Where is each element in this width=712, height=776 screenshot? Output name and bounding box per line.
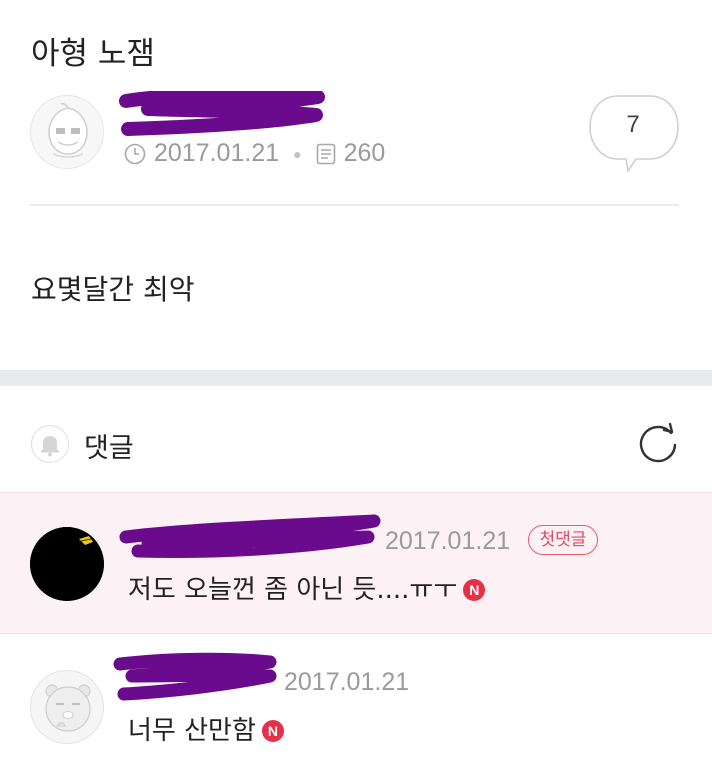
peach-character-icon [48, 102, 88, 158]
comment-item: 2017.01.21 첫댓글 저도 오늘껀 좀 아닌 듯....ㅠㅜ N [0, 492, 712, 634]
commenter-name-redaction [119, 514, 381, 558]
post-author-row: 2017.01.21 ● 260 7 [30, 91, 680, 174]
author-name-redaction [119, 91, 325, 136]
comment-text-content: 저도 오늘껀 좀 아닌 듯....ㅠㅜ [128, 575, 458, 605]
comment-text: 저도 오늘껀 좀 아닌 듯....ㅠㅜ N [128, 569, 486, 606]
post-title: 아형 노잼 [31, 36, 155, 72]
ryan-character-icon [45, 684, 91, 732]
refresh-icon[interactable] [638, 422, 680, 464]
comments-label: 댓글 [84, 433, 134, 464]
post-body: 요몇달간 최악 [31, 273, 195, 306]
first-comment-badge: 첫댓글 [528, 525, 598, 555]
comment-date: 2017.01.21 [284, 668, 410, 696]
comment-text-content: 너무 산만함 [128, 716, 256, 746]
meta-separator: ● [293, 145, 302, 162]
comment-count: 7 [626, 111, 640, 138]
post-date: 2017.01.21 [154, 139, 280, 167]
commenter-name-redaction [113, 652, 277, 701]
comment-count-button[interactable]: 7 [588, 95, 680, 174]
author-avatar[interactable] [30, 95, 104, 169]
commenter-avatar[interactable] [30, 670, 104, 744]
header-divider [30, 204, 679, 206]
clock-icon [124, 143, 146, 164]
views-icon [316, 143, 335, 164]
profile-image [30, 527, 104, 601]
comment-date: 2017.01.21 [385, 527, 511, 555]
comment-text: 너무 산만함 N [128, 710, 284, 747]
notification-toggle[interactable] [31, 425, 69, 463]
post-meta: 2017.01.21 ● 260 [124, 139, 385, 168]
comments-header: 댓글 [0, 386, 712, 492]
section-separator [0, 370, 712, 386]
commenter-avatar[interactable] [30, 527, 104, 601]
post-views: 260 [343, 139, 386, 167]
comment-item: 2017.01.21 너무 산만함 N [0, 634, 712, 776]
new-badge: N [261, 720, 284, 742]
bell-icon [41, 436, 59, 457]
new-badge: N [463, 579, 486, 601]
